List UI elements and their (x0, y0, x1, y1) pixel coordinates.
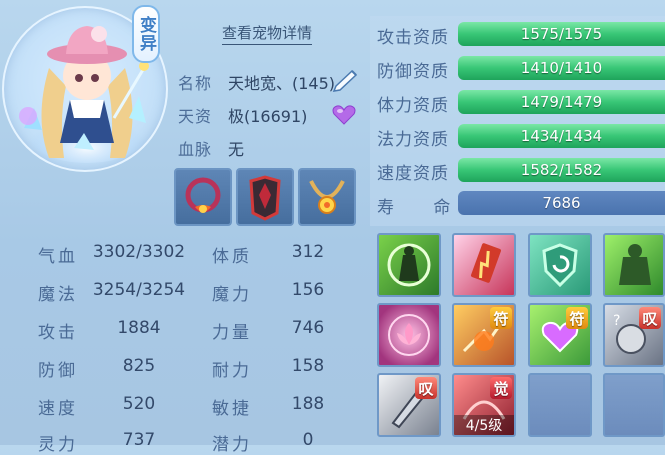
bloodline-row: 血脉 无 (178, 136, 244, 160)
aptitude-row: 天资 极(16691) (178, 103, 307, 127)
bloodline-value: 无 (228, 140, 245, 159)
qual-value-stamina: 1479/1479 (520, 93, 603, 111)
lifespan-label: 寿 命 (377, 198, 452, 218)
qual-bar-defense: 1410/1410 (458, 56, 665, 80)
name-label: 名称 (178, 74, 213, 93)
stat-label-defense: 防御 (38, 361, 78, 381)
skill-slot-4[interactable] (603, 233, 665, 297)
qual-label-speed: 速度资质 (377, 164, 449, 184)
mutation-badge: 变异 (132, 5, 160, 63)
stat-label-attack: 攻击 (38, 323, 78, 343)
stat-value-endurance: 158 (291, 356, 325, 376)
qual-bar-mana: 1434/1434 (458, 124, 665, 148)
equip-slot-collar[interactable] (174, 168, 232, 226)
stat-label-agility: 敏捷 (212, 399, 252, 419)
sigh-tag: 叹 (639, 307, 661, 329)
qual-label-defense: 防御资质 (377, 62, 449, 82)
stat-label-spirit: 灵力 (38, 435, 78, 455)
qual-bar-stamina: 1479/1479 (458, 90, 665, 114)
talisman-tag-2: 符 (566, 307, 588, 329)
awaken-level: 4/5级 (454, 415, 514, 435)
stat-label-magic-power: 魔力 (212, 285, 252, 305)
stat-label-potential: 潜力 (212, 435, 252, 455)
qual-label-attack: 攻击资质 (377, 28, 449, 48)
svg-text:?: ? (613, 313, 620, 329)
aptitude-value: 极(16691) (228, 107, 308, 126)
talisman-tag: 符 (490, 307, 512, 329)
stat-value-potential: 0 (302, 430, 314, 450)
equip-slot-armor[interactable] (236, 168, 294, 226)
pet-name-value: 天地宽、(145) (228, 74, 336, 93)
collar-icon (185, 177, 221, 213)
qual-label-stamina: 体力资质 (377, 96, 449, 116)
stat-value-attack: 1884 (117, 318, 161, 338)
awaken-tag: 觉 (490, 377, 512, 399)
skill-slot-6[interactable]: 符 (452, 303, 516, 367)
view-pet-details-link[interactable]: 查看宠物详情 (222, 22, 313, 45)
skill-slot-8[interactable]: ? 叹 (603, 303, 665, 367)
skill-slot-3[interactable] (528, 233, 592, 297)
lotus-skill-icon (388, 314, 430, 356)
skill-slot-5[interactable] (377, 303, 441, 367)
skill-slot-2[interactable] (452, 233, 516, 297)
lifespan-value: 7686 (458, 191, 665, 215)
bloodline-label: 血脉 (178, 140, 213, 159)
skill-slot-10[interactable]: 觉 4/5级 (452, 373, 516, 437)
qual-label-mana: 法力资质 (377, 130, 449, 150)
stat-value-mp: 3254/3254 (92, 280, 186, 300)
name-row: 名称 天地宽、(145) (178, 70, 335, 94)
shadow-warrior-skill-icon (387, 243, 431, 287)
qual-value-defense: 1410/1410 (520, 59, 603, 77)
stat-value-strength: 746 (291, 318, 325, 338)
stat-value-defense: 825 (122, 356, 156, 376)
stat-label-constitution: 体质 (212, 247, 252, 267)
sigh-tag-2: 叹 (415, 377, 437, 399)
stat-label-strength: 力量 (212, 323, 252, 343)
qual-bar-speed: 1582/1582 (458, 158, 665, 182)
stat-value-hp: 3302/3302 (92, 242, 186, 262)
skill-slot-1[interactable] (377, 233, 441, 297)
stat-label-mp: 魔法 (38, 285, 78, 305)
skill-slot-9[interactable]: 叹 (377, 373, 441, 437)
skill-slot-empty-2[interactable] (603, 373, 665, 437)
stat-value-agility: 188 (291, 394, 325, 414)
qual-value-speed: 1582/1582 (520, 161, 603, 179)
qual-value-attack: 1575/1575 (520, 25, 603, 43)
stat-label-hp: 气血 (38, 247, 78, 267)
armor-icon (249, 175, 281, 221)
stat-label-endurance: 耐力 (212, 361, 252, 381)
stat-value-speed: 520 (122, 394, 156, 414)
stat-value-magic-power: 156 (291, 280, 325, 300)
necklace-icon (309, 180, 345, 214)
skill-slot-7[interactable]: 符 (528, 303, 592, 367)
heart-icon[interactable] (332, 104, 356, 126)
equip-slot-necklace[interactable] (298, 168, 356, 226)
aptitude-label: 天资 (178, 107, 213, 126)
giant-skill-icon (619, 244, 651, 285)
stat-label-speed: 速度 (38, 399, 78, 419)
shield-skill-icon (542, 243, 578, 288)
skill-slot-empty-1[interactable] (528, 373, 592, 437)
talisman-skill-icon (471, 243, 501, 283)
stat-value-spirit: 737 (122, 430, 156, 450)
stat-value-constitution: 312 (291, 242, 325, 262)
rename-pencil-icon[interactable] (330, 66, 360, 92)
qual-bar-attack: 1575/1575 (458, 22, 665, 46)
qual-value-mana: 1434/1434 (520, 127, 603, 145)
